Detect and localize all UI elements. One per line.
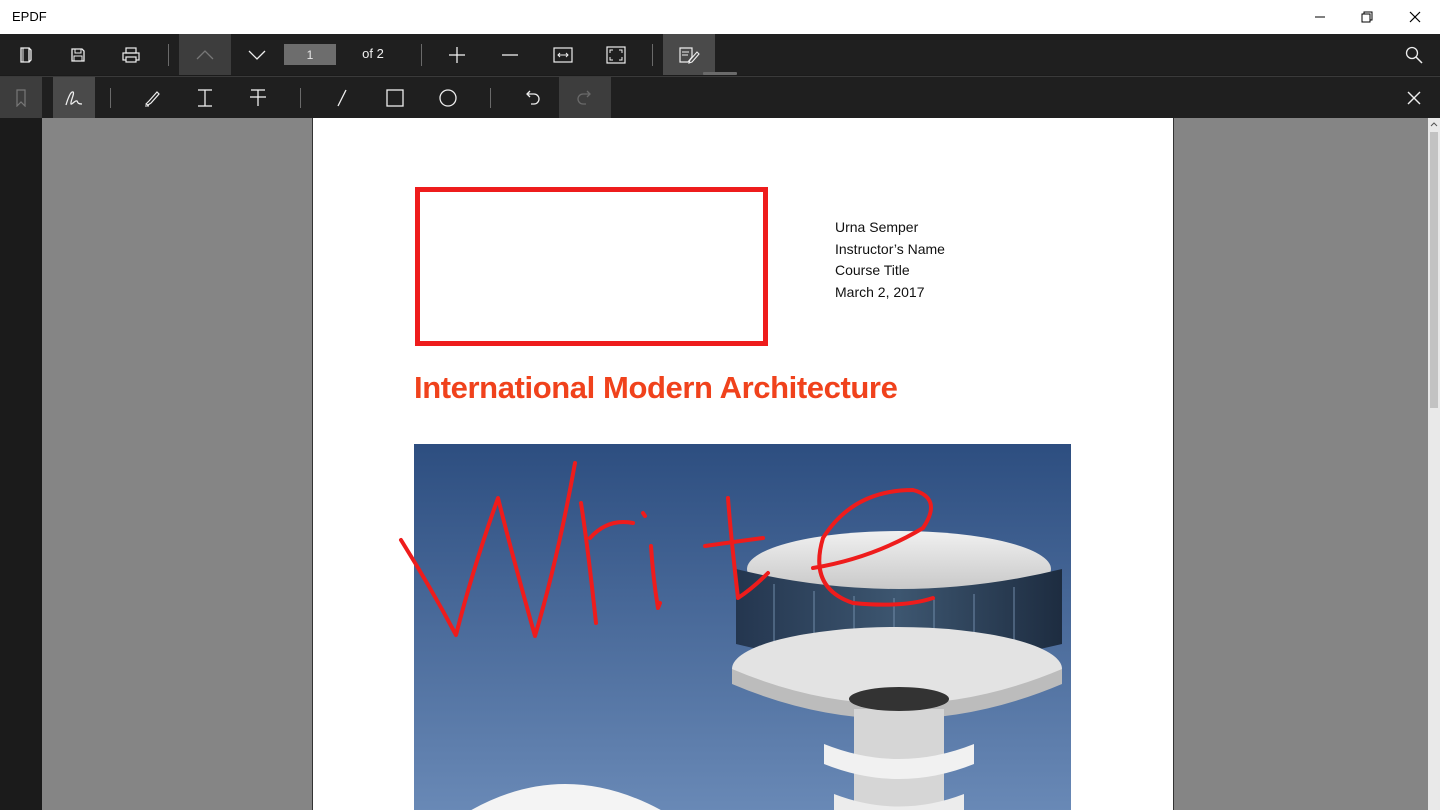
print-button[interactable] bbox=[105, 34, 157, 75]
course-title: Course Title bbox=[835, 262, 910, 278]
title-bar: EPDF bbox=[0, 0, 1440, 34]
rectangle-annotation[interactable] bbox=[415, 187, 768, 346]
fit-width-button[interactable] bbox=[537, 34, 589, 75]
page-total-label: of 2 bbox=[362, 46, 384, 61]
save-button[interactable] bbox=[52, 34, 104, 75]
zoom-in-button[interactable] bbox=[431, 34, 483, 75]
search-button[interactable] bbox=[1388, 34, 1440, 75]
chevron-up-icon bbox=[196, 49, 214, 59]
document-title: International Modern Architecture bbox=[414, 370, 898, 405]
zoom-in-icon bbox=[449, 46, 465, 63]
fit-width-icon bbox=[553, 46, 573, 63]
chevron-up-icon bbox=[1430, 122, 1438, 127]
strikethrough-tool-button[interactable] bbox=[232, 77, 284, 119]
search-icon bbox=[1405, 46, 1423, 64]
text-tool-button[interactable] bbox=[179, 77, 231, 119]
document-viewer[interactable]: Urna Semper Instructor’s Name Course Tit… bbox=[42, 118, 1428, 810]
architecture-photo bbox=[414, 444, 1071, 810]
line-tool-button[interactable] bbox=[316, 77, 368, 119]
document-meta: Urna Semper Instructor’s Name Course Tit… bbox=[835, 217, 945, 303]
save-icon bbox=[71, 47, 85, 62]
toolbar-separator bbox=[490, 88, 491, 108]
ellipse-icon bbox=[439, 89, 457, 107]
zoom-out-button[interactable] bbox=[484, 34, 536, 75]
bookmark-icon bbox=[16, 89, 26, 107]
toolbar-separator bbox=[110, 88, 111, 108]
toolbar-grip[interactable] bbox=[703, 72, 737, 75]
line-icon bbox=[337, 89, 347, 107]
instructor-name: Instructor’s Name bbox=[835, 240, 945, 257]
restore-icon bbox=[1361, 11, 1373, 23]
text-cursor-icon bbox=[198, 89, 212, 107]
maximize-button[interactable] bbox=[1344, 0, 1390, 34]
open-file-button[interactable] bbox=[0, 34, 52, 75]
previous-page-button[interactable] bbox=[179, 34, 231, 75]
minimize-button[interactable] bbox=[1297, 0, 1343, 34]
undo-button[interactable] bbox=[506, 77, 558, 119]
minimize-icon bbox=[1315, 16, 1325, 18]
strikethrough-icon bbox=[250, 89, 266, 106]
highlighter-icon bbox=[144, 91, 160, 107]
toolbar-separator bbox=[300, 88, 301, 108]
page-number-input[interactable] bbox=[284, 44, 336, 65]
fit-page-icon bbox=[606, 45, 626, 64]
bookmark-button[interactable] bbox=[0, 77, 42, 119]
main-toolbar bbox=[0, 34, 1440, 75]
close-icon bbox=[1409, 11, 1421, 23]
highlighter-tool-button[interactable] bbox=[126, 77, 178, 119]
close-window-button[interactable] bbox=[1392, 0, 1438, 34]
annotate-icon bbox=[679, 46, 700, 64]
toolbar-separator bbox=[652, 44, 653, 66]
vertical-scrollbar[interactable] bbox=[1428, 118, 1440, 810]
author-name: Urna Semper bbox=[835, 219, 919, 235]
pen-tool-button[interactable] bbox=[53, 77, 95, 119]
redo-button[interactable] bbox=[559, 77, 611, 119]
open-file-icon bbox=[20, 46, 32, 63]
scrollbar-thumb[interactable] bbox=[1430, 132, 1438, 408]
annotation-toolbar bbox=[0, 76, 1440, 119]
scroll-up-button[interactable] bbox=[1428, 118, 1440, 130]
undo-icon bbox=[526, 90, 540, 105]
chevron-down-icon bbox=[248, 50, 266, 60]
left-rail bbox=[0, 118, 42, 810]
next-page-button[interactable] bbox=[231, 34, 283, 75]
close-icon bbox=[1407, 91, 1421, 105]
pen-icon bbox=[65, 91, 83, 106]
annotate-button[interactable] bbox=[663, 34, 715, 75]
document-date: March 2, 2017 bbox=[835, 283, 925, 300]
pdf-page[interactable]: Urna Semper Instructor’s Name Course Tit… bbox=[312, 118, 1174, 810]
fit-page-button[interactable] bbox=[590, 34, 642, 75]
app-title: EPDF bbox=[12, 9, 47, 24]
ellipse-tool-button[interactable] bbox=[422, 77, 474, 119]
rectangle-tool-button[interactable] bbox=[369, 77, 421, 119]
toolbar-separator bbox=[421, 44, 422, 66]
rectangle-icon bbox=[386, 89, 404, 107]
redo-icon bbox=[577, 90, 591, 105]
toolbar-separator bbox=[168, 44, 169, 66]
close-annotation-button[interactable] bbox=[1388, 77, 1440, 119]
print-icon bbox=[122, 46, 140, 63]
zoom-out-icon bbox=[502, 53, 518, 56]
